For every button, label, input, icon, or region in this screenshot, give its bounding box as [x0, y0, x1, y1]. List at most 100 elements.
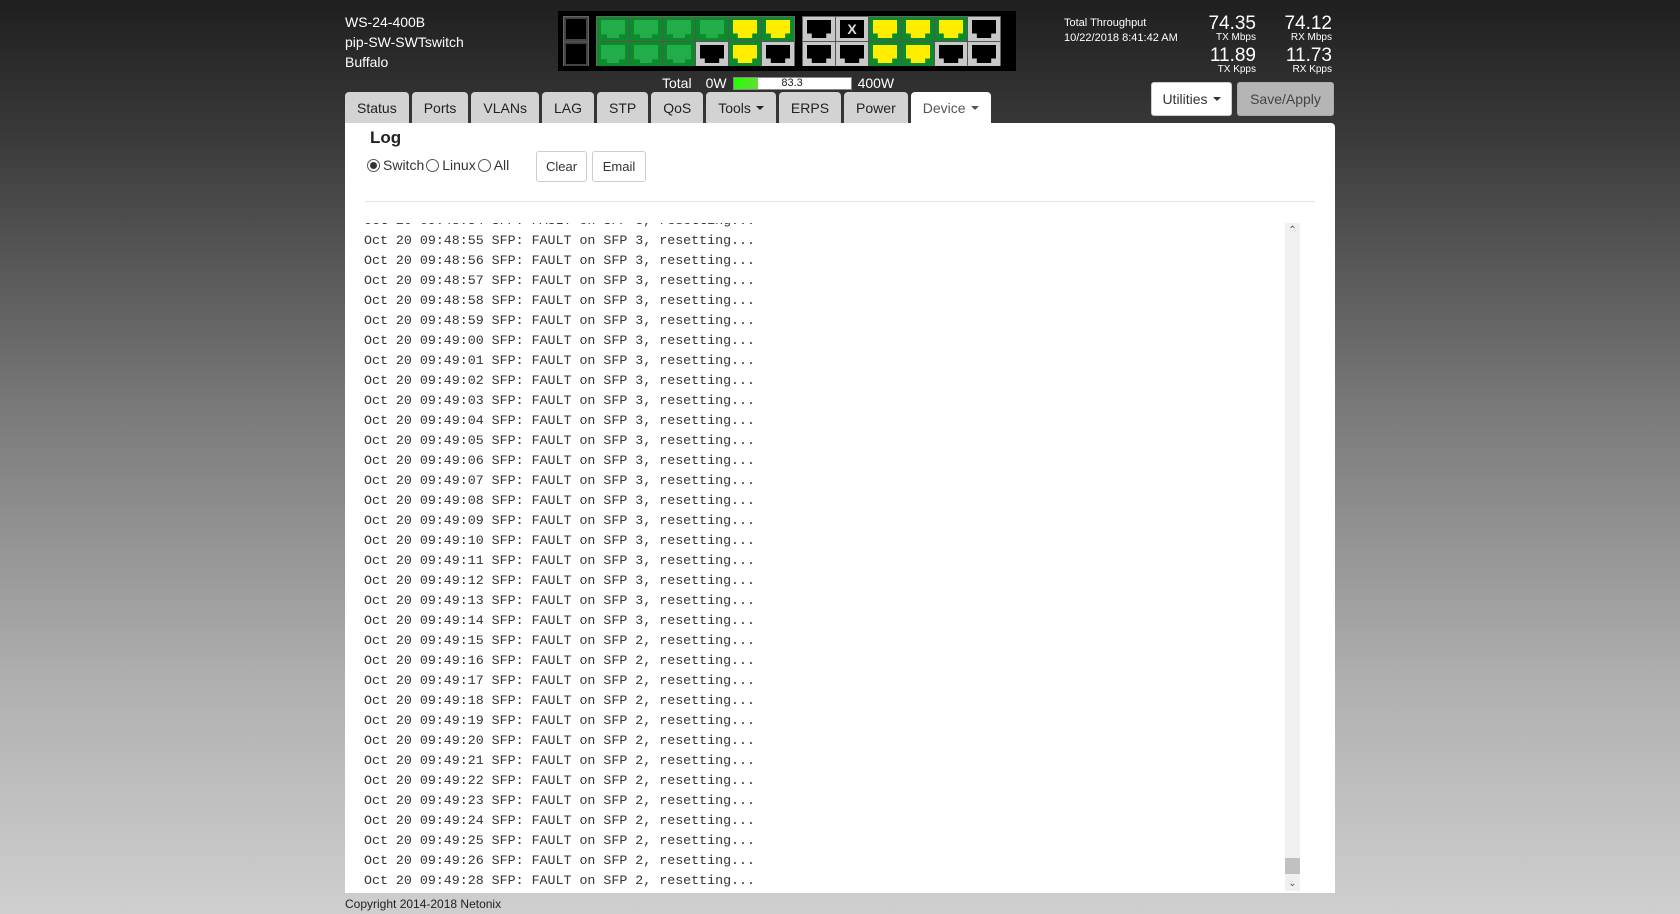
port[interactable] [902, 17, 934, 41]
port[interactable]: X [836, 17, 868, 41]
radio-label: All [493, 157, 510, 173]
power-bar-fill [733, 77, 758, 89]
tab-stp[interactable]: STP [596, 92, 649, 123]
port[interactable] [803, 17, 835, 41]
port-yellow-icon [873, 45, 897, 63]
port-black-icon [840, 45, 864, 63]
port[interactable] [968, 42, 1000, 66]
log-line: Oct 20 09:49:00 SFP: FAULT on SFP 3, res… [364, 333, 755, 348]
log-line: Oct 20 09:49:16 SFP: FAULT on SFP 2, res… [364, 653, 755, 668]
port[interactable] [762, 17, 794, 41]
port[interactable] [836, 42, 868, 66]
port[interactable] [935, 17, 967, 41]
port[interactable] [597, 17, 629, 41]
tab-label: Tools [718, 99, 751, 116]
device-name: pip-SW-SWTswitch [345, 34, 464, 50]
port[interactable] [869, 42, 901, 66]
tx-kpps-label: TX Kpps [1217, 64, 1256, 75]
port[interactable] [803, 42, 835, 66]
scrollbar-thumb[interactable] [1285, 858, 1300, 874]
log-line: Oct 20 09:49:28 SFP: FAULT on SFP 2, res… [364, 873, 755, 888]
port-green-icon [667, 45, 691, 63]
port[interactable] [762, 42, 794, 66]
log-line: Oct 20 09:49:19 SFP: FAULT on SFP 2, res… [364, 713, 755, 728]
radio-button[interactable] [367, 158, 380, 172]
tab-vlans[interactable]: VLANs [471, 92, 539, 123]
throughput-timestamp: 10/22/2018 8:41:42 AM [1064, 32, 1178, 44]
log-line: Oct 20 09:49:23 SFP: FAULT on SFP 2, res… [364, 793, 755, 808]
log-line: Oct 20 09:49:03 SFP: FAULT on SFP 3, res… [364, 393, 755, 408]
port[interactable] [729, 17, 761, 41]
port[interactable] [935, 42, 967, 66]
tab-label: STP [608, 99, 637, 116]
port[interactable] [597, 42, 629, 66]
port-black-icon [807, 20, 831, 38]
clear-button[interactable]: Clear [536, 151, 587, 182]
tab-ports[interactable]: Ports [411, 92, 469, 123]
tab-device[interactable]: Device [910, 92, 991, 123]
tab-tools[interactable]: Tools [706, 92, 776, 123]
throughput-title: Total Throughput [1064, 17, 1147, 29]
port[interactable] [869, 17, 901, 41]
log-line: Oct 20 09:49:05 SFP: FAULT on SFP 3, res… [364, 433, 755, 448]
tab-erps[interactable]: ERPS [778, 92, 842, 123]
radio-button[interactable] [426, 158, 440, 172]
radio-all[interactable]: All [476, 157, 510, 173]
save-apply-button[interactable]: Save/Apply [1237, 82, 1334, 116]
sfp-port-group [563, 16, 589, 66]
tx-mbps-label: TX Mbps [1215, 32, 1256, 43]
utilities-button[interactable]: Utilities [1151, 82, 1232, 116]
sfp-port[interactable] [564, 17, 588, 41]
device-model: WS-24-400B [345, 14, 426, 30]
tab-status[interactable]: Status [345, 92, 409, 123]
caret-down-icon [1212, 97, 1221, 101]
radio-switch[interactable]: Switch [365, 157, 424, 173]
tab-qos[interactable]: QoS [651, 92, 704, 123]
port[interactable] [696, 17, 728, 41]
tx-kpps: 11.89 TX Kpps [1210, 46, 1256, 75]
device-info: WS-24-400B pip-SW-SWTswitch Buffalo [345, 12, 464, 72]
port-black-icon [972, 20, 996, 38]
tab-label: VLANs [483, 99, 527, 116]
port[interactable] [696, 42, 728, 66]
radio-linux[interactable]: Linux [424, 157, 476, 173]
rx-kpps-value: 11.73 [1285, 45, 1332, 66]
sfp-port[interactable] [564, 42, 588, 66]
port[interactable] [729, 42, 761, 66]
caret-down-icon [755, 105, 764, 110]
port[interactable] [968, 17, 1000, 41]
radio-button[interactable] [477, 158, 491, 172]
port-sfp-icon [566, 19, 586, 39]
email-button[interactable]: Email [592, 151, 646, 182]
port-group-2: X [802, 16, 1001, 66]
tab-power[interactable]: Power [844, 92, 908, 123]
port[interactable] [663, 42, 695, 66]
log-line: Oct 20 09:49:06 SFP: FAULT on SFP 3, res… [364, 453, 755, 468]
log-line: Oct 20 09:48:59 SFP: FAULT on SFP 3, res… [364, 313, 755, 328]
power-label: Total [662, 75, 692, 91]
port-group-1 [596, 16, 795, 66]
log-line: Oct 20 09:48:58 SFP: FAULT on SFP 3, res… [364, 293, 755, 308]
utilities-label: Utilities [1162, 91, 1208, 107]
log-output[interactable]: Oct 20 09:48:54 SFP: FAULT on SFP 3, res… [364, 223, 1264, 891]
log-line: Oct 20 09:48:57 SFP: FAULT on SFP 3, res… [364, 273, 755, 288]
caret-down-icon [970, 105, 979, 110]
port[interactable] [630, 17, 662, 41]
port-green-icon [667, 20, 691, 38]
tab-label: LAG [553, 99, 582, 116]
log-line: Oct 20 09:49:24 SFP: FAULT on SFP 2, res… [364, 813, 755, 828]
scroll-down-icon[interactable]: ⌄ [1285, 876, 1300, 891]
log-line: Oct 20 09:49:22 SFP: FAULT on SFP 2, res… [364, 773, 755, 788]
tab-lag[interactable]: LAG [541, 92, 594, 123]
port[interactable] [630, 42, 662, 66]
nav-tabs: Status Ports VLANs LAG STP QoS Tools ERPS Power D… [345, 92, 991, 123]
rx-mbps-value: 74.12 [1284, 13, 1332, 34]
scroll-up-icon[interactable]: ⌃ [1285, 223, 1300, 238]
port[interactable] [902, 42, 934, 66]
log-line: Oct 20 09:49:15 SFP: FAULT on SFP 2, res… [364, 633, 755, 648]
port[interactable] [663, 17, 695, 41]
log-line: Oct 20 09:49:17 SFP: FAULT on SFP 2, res… [364, 673, 755, 688]
port-green-icon [634, 20, 658, 38]
divider [365, 201, 1315, 202]
log-scrollbar[interactable]: ⌃ ⌄ [1285, 223, 1300, 891]
